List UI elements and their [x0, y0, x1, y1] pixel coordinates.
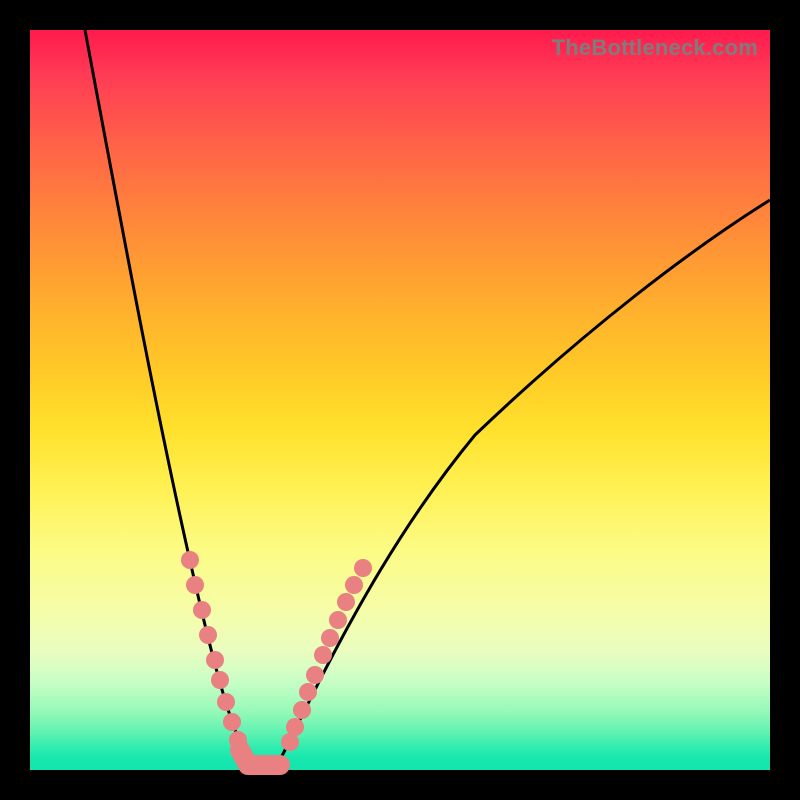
- dot: [211, 671, 229, 689]
- dot: [321, 629, 339, 647]
- dots-left-cluster: [181, 551, 247, 749]
- dot: [217, 693, 235, 711]
- dot: [337, 593, 355, 611]
- dot: [229, 731, 247, 749]
- curve-svg: [30, 30, 770, 770]
- dot: [354, 559, 372, 577]
- dot: [345, 576, 363, 594]
- curve-left-branch: [85, 30, 248, 760]
- dot: [314, 646, 332, 664]
- curve-right-branch: [280, 200, 770, 760]
- dots-right-cluster: [281, 559, 372, 751]
- dot: [299, 683, 317, 701]
- chart-frame: TheBottleneck.com: [0, 0, 800, 800]
- dot: [223, 713, 241, 731]
- dot: [206, 651, 224, 669]
- dot: [329, 611, 347, 629]
- dot: [306, 666, 324, 684]
- dot: [286, 718, 304, 736]
- dot: [293, 701, 311, 719]
- dot: [186, 576, 204, 594]
- dot: [199, 626, 217, 644]
- dot: [193, 601, 211, 619]
- dot: [181, 551, 199, 569]
- plot-background: TheBottleneck.com: [30, 30, 770, 770]
- trough-l-shape: [240, 750, 280, 765]
